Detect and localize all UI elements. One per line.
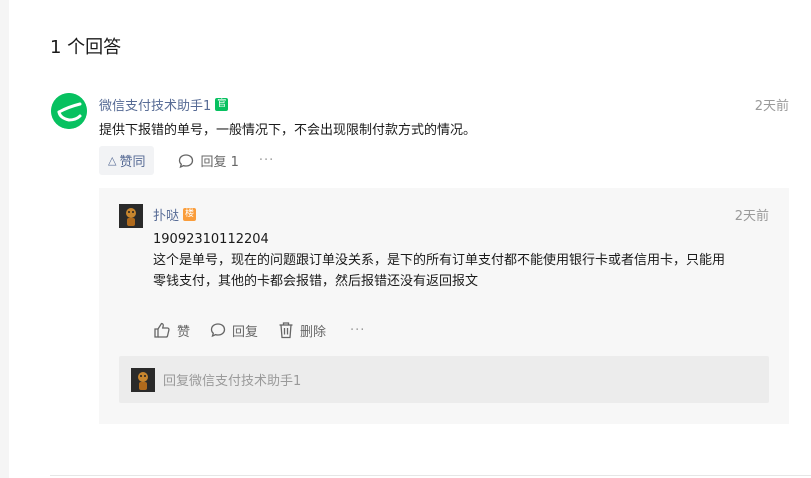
official-badge: 官	[215, 98, 229, 111]
thumbs-up-icon	[154, 322, 170, 338]
reply-timestamp: 2天前	[734, 209, 769, 224]
reply-text-line: 零钱支付，其他的卡都会报错，然后报错还没有返回报文	[153, 274, 479, 289]
reply-author-name[interactable]: 扑哒	[153, 205, 179, 224]
user-avatar	[131, 367, 155, 392]
comment-bubble-icon	[179, 153, 194, 168]
answer-actions: △ 赞同 回复 1 ···	[99, 146, 274, 175]
reply-thread: 扑哒 楼 2天前 19092310112204 这个是单号，现在的问题跟订单没关…	[99, 188, 789, 424]
reply-to-reply-button[interactable]: 回复	[210, 321, 258, 340]
op-badge: 楼	[183, 208, 197, 221]
reply-count-label: 回复 1	[200, 155, 239, 170]
reply-text-line: 19092310112204	[153, 232, 269, 247]
answer-timestamp: 2天前	[754, 99, 789, 114]
like-label: 赞	[177, 324, 191, 340]
agree-button[interactable]: △ 赞同	[99, 146, 155, 175]
reply-author-row: 扑哒 楼	[153, 205, 197, 224]
left-edge-strip	[0, 0, 9, 478]
answer-author-row: 微信支付技术助手1 官	[99, 95, 229, 114]
like-button[interactable]: 赞	[153, 321, 190, 340]
trash-icon	[279, 322, 293, 339]
wechat-logo-icon[interactable]	[51, 93, 87, 129]
reply-label: 回复	[232, 324, 259, 340]
delete-button[interactable]: 删除	[278, 321, 326, 340]
divider	[50, 475, 811, 476]
answers-count-title: 1 个回答	[50, 37, 122, 58]
comment-bubble-icon	[210, 323, 226, 338]
reply-text: 19092310112204 这个是单号，现在的问题跟订单没关系，是下的所有订单…	[153, 229, 773, 292]
more-options-button[interactable]: ···	[259, 153, 274, 168]
reply-text-line: 这个是单号，现在的问题跟订单没关系，是下的所有订单支付都不能使用银行卡或者信用卡…	[153, 253, 726, 268]
answer-author-name[interactable]: 微信支付技术助手1	[99, 95, 211, 114]
reply-button[interactable]: 回复 1	[178, 151, 239, 170]
answer-text: 提供下报错的单号，一般情况下，不会出现限制付款方式的情况。	[99, 123, 477, 138]
more-options-button[interactable]: ···	[350, 323, 365, 338]
reply-actions: 赞 回复 删除 ···	[153, 320, 365, 340]
user-avatar[interactable]	[119, 204, 143, 228]
agree-label: 赞同	[119, 155, 146, 170]
delete-label: 删除	[300, 324, 327, 340]
reply-input-placeholder: 回复微信支付技术助手1	[163, 374, 302, 389]
triangle-up-icon: △	[108, 154, 117, 167]
reply-input[interactable]: 回复微信支付技术助手1	[119, 356, 769, 403]
